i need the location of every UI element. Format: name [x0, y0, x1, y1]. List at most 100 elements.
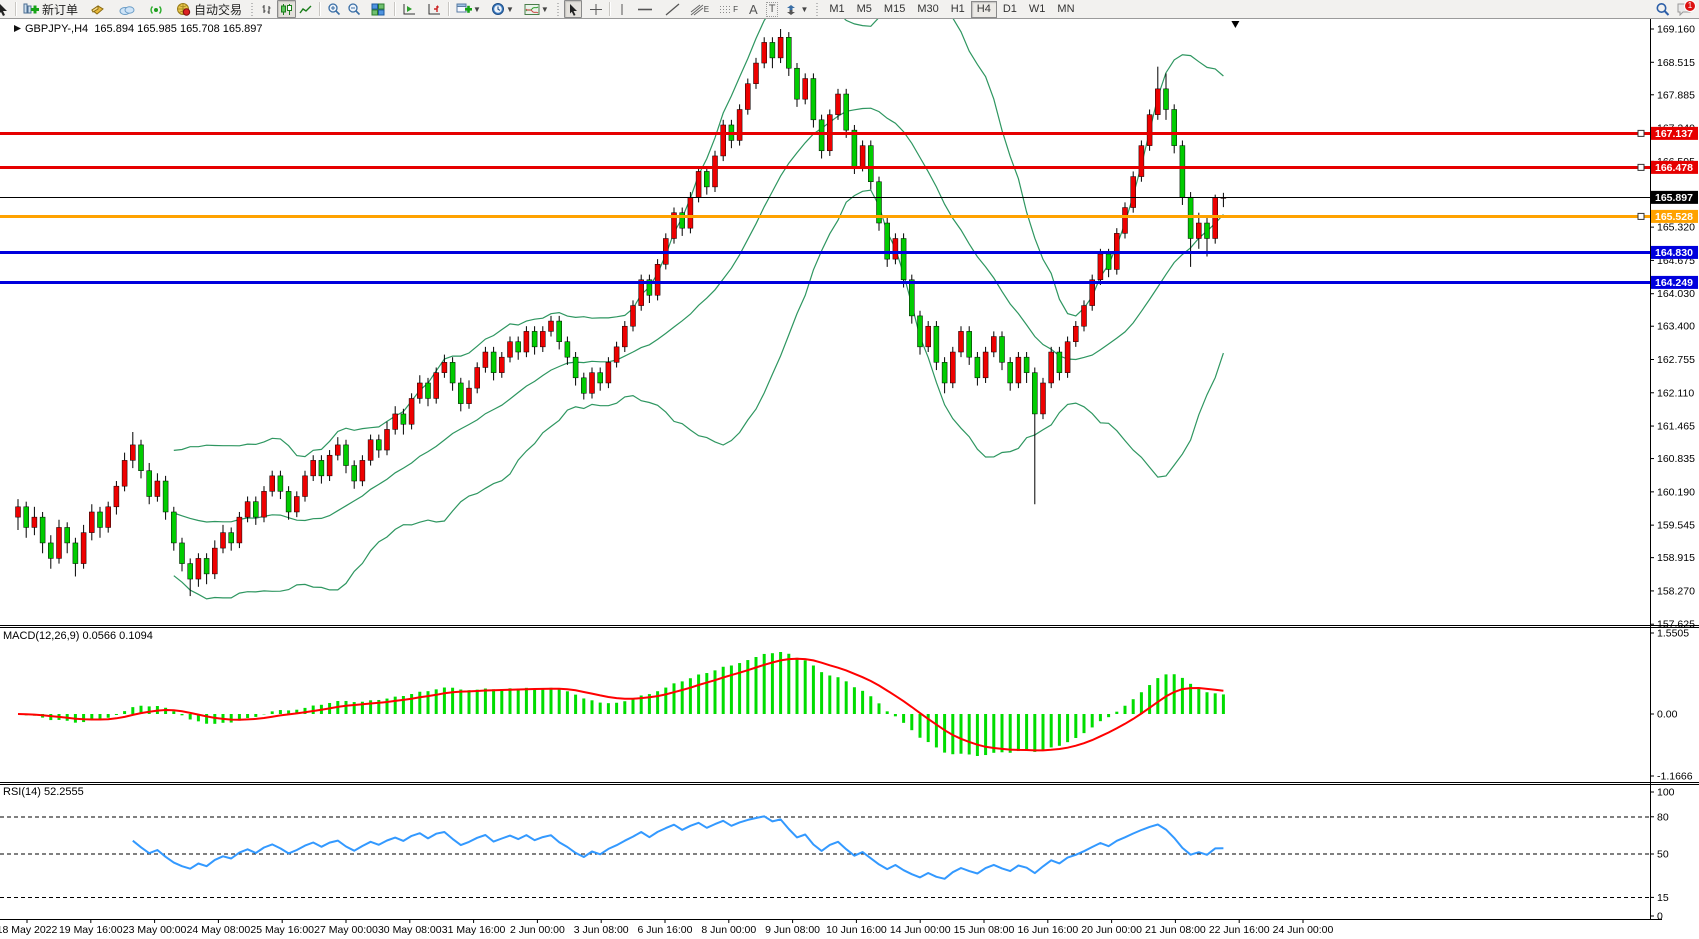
svg-text:2 Jun 00:00: 2 Jun 00:00 — [510, 924, 565, 936]
fibonacci-icon — [690, 3, 704, 16]
chart-cursor-icon[interactable] — [0, 0, 12, 18]
separator — [609, 2, 611, 16]
zoom-out-button[interactable] — [344, 0, 364, 18]
timeframe-button-MN[interactable]: MN — [1051, 1, 1080, 18]
ohlc-readout: 165.894 165.985 165.708 165.897 — [94, 23, 262, 35]
timeframe-button-H1[interactable]: H1 — [945, 1, 971, 18]
cloud-icon — [119, 3, 135, 16]
chart-play-icon — [402, 3, 417, 16]
svg-text:165.528: 165.528 — [1655, 211, 1693, 223]
fibonacci-tool-button[interactable]: E — [687, 0, 712, 18]
timeframe-button-M5[interactable]: M5 — [851, 1, 878, 18]
svg-text:158.915: 158.915 — [1657, 552, 1695, 564]
horizontal-line-icon — [637, 3, 653, 16]
svg-text:23 May 00:00: 23 May 00:00 — [123, 924, 187, 936]
gold-box-icon — [90, 3, 105, 16]
svg-text:162.755: 162.755 — [1657, 354, 1695, 366]
add-template-button[interactable]: ▼ — [453, 0, 484, 18]
separator — [15, 2, 17, 16]
timeframe-button-M1[interactable]: M1 — [823, 1, 850, 18]
grid-tool-button[interactable]: F — [716, 0, 741, 18]
svg-text:158.270: 158.270 — [1657, 585, 1695, 597]
svg-text:25 May 16:00: 25 May 16:00 — [250, 924, 314, 936]
svg-text:164.030: 164.030 — [1657, 288, 1695, 300]
svg-text:9 Jun 08:00: 9 Jun 08:00 — [765, 924, 820, 936]
svg-text:166.478: 166.478 — [1655, 162, 1693, 174]
svg-text:1.5505: 1.5505 — [1657, 628, 1689, 640]
cloud-button[interactable] — [116, 0, 138, 18]
svg-text:165.320: 165.320 — [1657, 222, 1695, 234]
candlestick-mode-button[interactable] — [277, 0, 296, 18]
separator — [394, 2, 396, 16]
svg-text:24 Jun 00:00: 24 Jun 00:00 — [1273, 924, 1334, 936]
svg-text:164.830: 164.830 — [1655, 247, 1693, 259]
vertical-line-icon — [617, 3, 627, 16]
chart-play-button[interactable] — [399, 0, 420, 18]
clock-icon — [491, 2, 505, 16]
main-toolbar: 新订单 自动交易 — [0, 0, 1699, 19]
autotrading-label: 自动交易 — [194, 1, 242, 18]
dropdown-caret-icon: ▼ — [541, 5, 549, 14]
label-tool-label: T — [769, 3, 776, 15]
timeframe-button-M30[interactable]: M30 — [911, 1, 944, 18]
autotrading-icon — [176, 2, 191, 16]
toolbar-grip[interactable] — [816, 3, 820, 16]
trendline-tool-button[interactable] — [662, 0, 683, 18]
timeframe-button-D1[interactable]: D1 — [997, 1, 1023, 18]
toolbar-grip[interactable] — [557, 3, 561, 16]
indicators-button[interactable]: ▼ — [521, 0, 552, 18]
chart-title: GBPJPY-,H4 165.894 165.985 165.708 165.8… — [13, 23, 263, 35]
cursor-tool-button[interactable] — [564, 0, 582, 18]
period-clock-button[interactable]: ▼ — [488, 0, 517, 18]
svg-text:30 May 08:00: 30 May 08:00 — [378, 924, 442, 936]
search-button[interactable] — [1652, 0, 1673, 18]
arrows-tool-button[interactable]: ▼ — [783, 0, 811, 18]
svg-text:27 May 00:00: 27 May 00:00 — [314, 924, 378, 936]
bar-chart-mode-button[interactable] — [258, 0, 277, 18]
text-tool-button[interactable]: A — [746, 0, 761, 18]
dropdown-caret-icon: ▼ — [800, 5, 808, 14]
autotrading-button[interactable]: 自动交易 — [173, 0, 245, 18]
new-order-button[interactable]: 新订单 — [20, 0, 81, 18]
indicators-icon — [524, 3, 540, 16]
line-chart-mode-button[interactable] — [296, 0, 316, 18]
crosshair-tool-button[interactable] — [586, 0, 606, 18]
dropdown-caret-icon: ▼ — [473, 5, 481, 14]
svg-text:168.515: 168.515 — [1657, 57, 1695, 69]
dots-grid-icon — [719, 3, 733, 16]
timeframe-button-H4[interactable]: H4 — [971, 1, 997, 18]
chat-button[interactable]: 1 — [1673, 0, 1695, 18]
crosshair-icon — [589, 3, 603, 16]
zoom-out-icon — [347, 2, 361, 16]
chart-window[interactable]: 169.160168.515167.885167.240166.595165.9… — [0, 19, 1699, 939]
svg-text:3 Jun 08:00: 3 Jun 08:00 — [574, 924, 629, 936]
line-chart-icon — [299, 3, 313, 16]
label-tool-button[interactable]: T — [766, 2, 779, 17]
svg-text:163.400: 163.400 — [1657, 321, 1695, 333]
horizontal-line-tool-button[interactable] — [634, 0, 656, 18]
gold-box-icon-button[interactable] — [87, 0, 108, 18]
toolbar-grip[interactable] — [251, 3, 255, 16]
svg-text:24 May 08:00: 24 May 08:00 — [187, 924, 251, 936]
svg-text:18 May 2022: 18 May 2022 — [0, 924, 58, 936]
svg-text:10 Jun 16:00: 10 Jun 16:00 — [826, 924, 887, 936]
svg-text:164.249: 164.249 — [1655, 277, 1693, 289]
timeframe-button-W1[interactable]: W1 — [1023, 1, 1052, 18]
symbol-period-label: GBPJPY-,H4 — [25, 23, 88, 35]
svg-text:50: 50 — [1657, 849, 1669, 861]
new-order-label: 新订单 — [42, 1, 78, 18]
chart-canvas[interactable]: 169.160168.515167.885167.240166.595165.9… — [0, 19, 1699, 939]
vertical-line-tool-button[interactable] — [614, 0, 630, 18]
svg-text:159.545: 159.545 — [1657, 520, 1695, 532]
svg-text:16 Jun 16:00: 16 Jun 16:00 — [1017, 924, 1078, 936]
chart-shift-button[interactable] — [424, 0, 445, 18]
signal-button[interactable] — [146, 0, 167, 18]
timeframe-button-M15[interactable]: M15 — [878, 1, 911, 18]
macd-values: 0.0566 0.1094 — [82, 630, 152, 642]
separator — [319, 2, 321, 16]
macd-label: MACD(12,26,9) 0.0566 0.1094 — [3, 630, 153, 642]
zoom-in-button[interactable] — [324, 0, 344, 18]
svg-text:0.00: 0.00 — [1657, 709, 1678, 721]
tile-windows-button[interactable] — [368, 0, 388, 18]
svg-text:169.160: 169.160 — [1657, 24, 1695, 36]
